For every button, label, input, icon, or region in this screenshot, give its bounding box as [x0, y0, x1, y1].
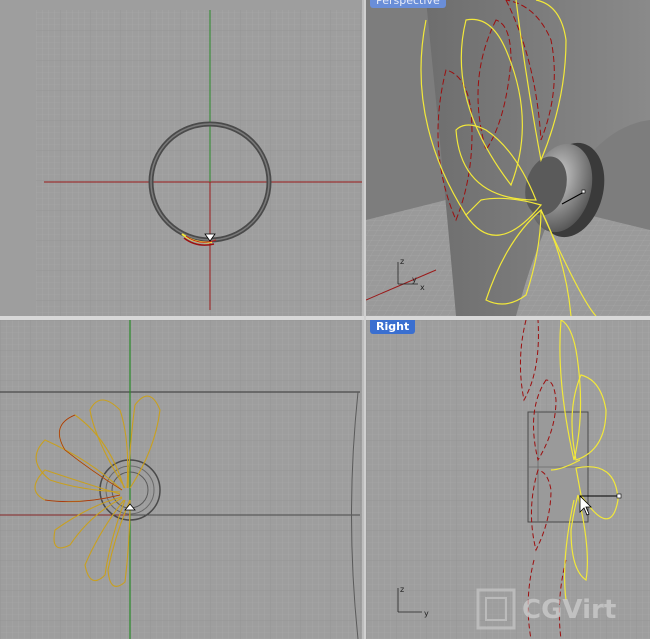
axis-label-y: y [424, 609, 429, 618]
viewport-perspective-canvas: z y x [366, 0, 650, 316]
axis-label-y: y [412, 275, 417, 284]
axis-label-z: z [400, 585, 404, 594]
viewport-title-right[interactable]: Right [370, 320, 416, 334]
axis-label-x: x [420, 283, 425, 292]
viewport-splitter-vertical[interactable] [364, 0, 366, 639]
viewport-title-perspective[interactable]: Perspective [370, 0, 446, 8]
viewport-perspective[interactable]: z y x Perspective [366, 0, 650, 316]
rhino-workspace: z y x Perspective z y Right CGVirt [0, 0, 650, 639]
viewport-right[interactable]: z y Right [366, 320, 650, 639]
viewport-front[interactable] [0, 320, 364, 639]
axis-label-z: z [400, 257, 404, 266]
viewport-top[interactable] [0, 0, 364, 316]
viewport-right-canvas: z y [366, 320, 650, 639]
viewport-front-canvas [0, 320, 362, 639]
viewport-splitter-horizontal[interactable] [0, 316, 650, 320]
viewport-top-canvas [0, 0, 362, 316]
